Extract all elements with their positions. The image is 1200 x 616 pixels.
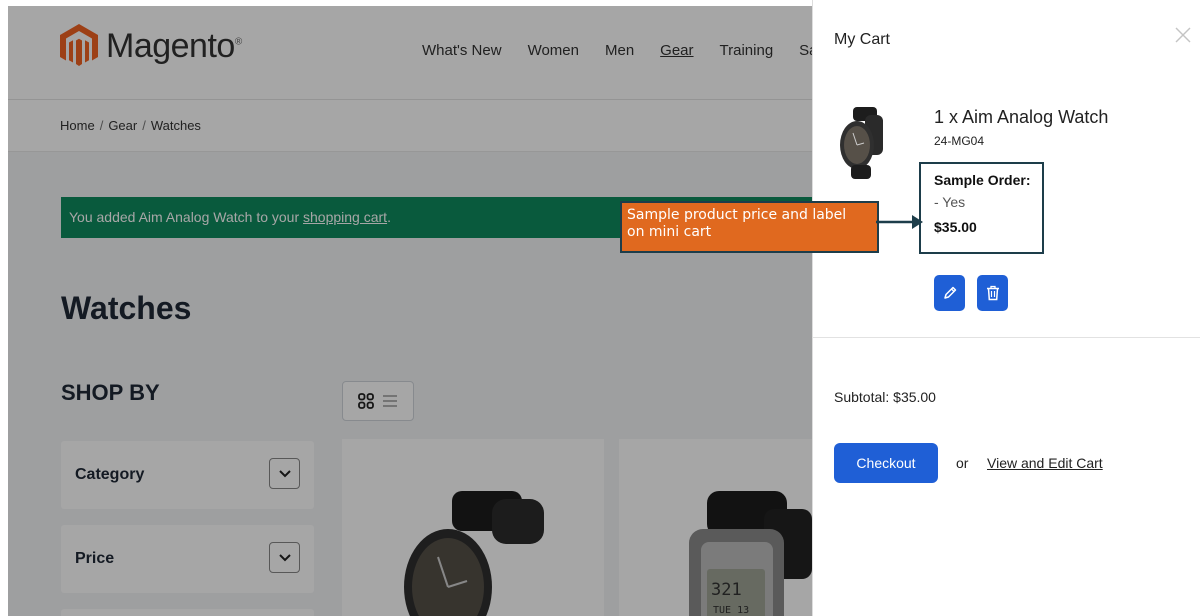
minicart-title: My Cart xyxy=(834,31,890,48)
cart-item-options: Sample Order: - Yes $35.00 xyxy=(919,162,1044,254)
cart-subtotal: Subtotal: $35.00 xyxy=(834,389,936,405)
option-value: - Yes xyxy=(934,194,966,210)
annotation-line-2: on mini cart xyxy=(627,224,712,240)
product-thumbnail[interactable] xyxy=(839,107,885,179)
trash-icon xyxy=(986,285,999,301)
or-separator: or xyxy=(956,455,969,471)
minicart-drawer: My Cart 1 x Aim Analog Watch 24-MG04 Sam… xyxy=(812,0,1200,616)
annotation-callout: Sample product price and label on mini c… xyxy=(620,201,879,253)
pencil-icon xyxy=(943,286,956,299)
divider xyxy=(813,337,1200,338)
cart-item-name[interactable]: 1 x Aim Analog Watch xyxy=(934,107,1108,128)
annotation-arrow-icon xyxy=(876,215,923,229)
annotation-line-1: Sample product price and label xyxy=(627,207,847,223)
edit-item-button[interactable] xyxy=(934,275,965,311)
cart-item-price: $35.00 xyxy=(934,219,977,235)
option-label: Sample Order: xyxy=(934,172,1031,188)
close-icon[interactable] xyxy=(1174,26,1192,44)
view-edit-cart-link[interactable]: View and Edit Cart xyxy=(987,455,1103,471)
checkout-button[interactable]: Checkout xyxy=(834,443,938,483)
cart-item-sku: 24-MG04 xyxy=(934,134,985,148)
remove-item-button[interactable] xyxy=(977,275,1008,311)
modal-backdrop[interactable] xyxy=(0,0,812,616)
